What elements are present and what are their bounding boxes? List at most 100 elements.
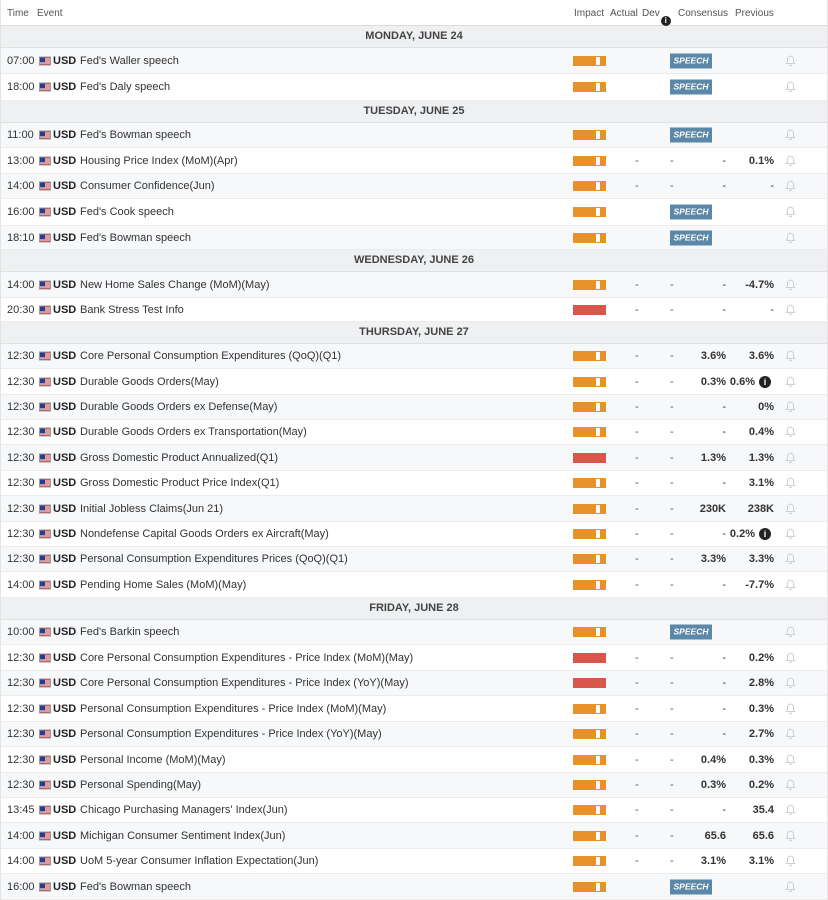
event-name[interactable]: Personal Consumption Expenditures Prices… xyxy=(80,553,348,565)
event-name[interactable]: Personal Spending(May) xyxy=(80,779,201,791)
bell-icon[interactable] xyxy=(785,350,796,362)
bell-icon[interactable] xyxy=(785,553,796,565)
bell-icon[interactable] xyxy=(785,779,796,791)
table-row[interactable]: 12:30 USD Personal Spending(May) - - 0.3% 0.2% xyxy=(1,773,827,798)
header-consensus[interactable]: Consensus xyxy=(678,8,728,19)
bell-icon[interactable] xyxy=(785,477,796,489)
event-name[interactable]: Fed's Cook speech xyxy=(80,206,174,218)
bell-icon[interactable] xyxy=(785,881,796,893)
table-row[interactable]: 12:30 USD Personal Consumption Expenditure… xyxy=(1,696,827,722)
table-row[interactable]: 14:00 USD New Home Sales Change (MoM)(May)… xyxy=(1,272,827,298)
event-name[interactable]: Gross Domestic Product Price Index(Q1) xyxy=(80,477,279,489)
table-row[interactable]: 13:00 USD Housing Price Index (MoM)(Apr) - -… xyxy=(1,148,827,174)
event-name[interactable]: Chicago Purchasing Managers' Index(Jun) xyxy=(80,804,288,816)
event-name[interactable]: Bank Stress Test Info xyxy=(80,304,184,316)
event-name[interactable]: Durable Goods Orders ex Transportation(M… xyxy=(80,426,307,438)
event-name[interactable]: Gross Domestic Product Annualized(Q1) xyxy=(80,452,278,464)
bell-icon[interactable] xyxy=(785,426,796,438)
bell-icon[interactable] xyxy=(785,703,796,715)
table-row[interactable]: 13:45 USD Chicago Purchasing Managers' Ind… xyxy=(1,798,827,823)
bell-icon[interactable] xyxy=(785,652,796,664)
bell-icon[interactable] xyxy=(785,376,796,388)
bell-icon[interactable] xyxy=(785,206,796,218)
bell-icon[interactable] xyxy=(785,81,796,93)
header-previous[interactable]: Previous xyxy=(735,8,774,19)
event-name[interactable]: Core Personal Consumption Expenditures -… xyxy=(80,652,413,664)
table-row[interactable]: 12:30 USD Durable Goods Orders ex Transpor… xyxy=(1,420,827,445)
event-name[interactable]: Durable Goods Orders ex Defense(May) xyxy=(80,401,277,413)
bell-icon[interactable] xyxy=(785,452,796,464)
bell-icon[interactable] xyxy=(785,129,796,141)
table-row[interactable]: 12:30 USD Durable Goods Orders ex Defense(… xyxy=(1,395,827,420)
bell-icon[interactable] xyxy=(785,754,796,766)
event-name[interactable]: Fed's Bowman speech xyxy=(80,232,191,244)
event-name[interactable]: UoM 5-year Consumer Inflation Expectatio… xyxy=(80,855,318,867)
header-time[interactable]: Time xyxy=(7,8,29,19)
table-row[interactable]: 12:30 USD Personal Income (MoM)(May) - - 0.4%… xyxy=(1,747,827,773)
event-name[interactable]: Pending Home Sales (MoM)(May) xyxy=(80,579,246,591)
table-row[interactable]: 12:30 USD Personal Consumption Expenditure… xyxy=(1,722,827,747)
bell-icon[interactable] xyxy=(785,279,796,291)
speech-badge[interactable]: SPEECH xyxy=(670,624,712,640)
table-row[interactable]: 12:30 USD Gross Domestic Product Annualize… xyxy=(1,445,827,471)
table-row[interactable]: 14:00 USD Michigan Consumer Sentiment Inde… xyxy=(1,823,827,849)
table-row[interactable]: 12:30 USD Core Personal Consumption Expend… xyxy=(1,671,827,696)
speech-badge[interactable]: SPEECH xyxy=(670,204,712,220)
event-name[interactable]: Core Personal Consumption Expenditures -… xyxy=(80,677,409,689)
header-impact[interactable]: Impact xyxy=(574,8,604,19)
table-row[interactable]: 14:00 USD UoM 5-year Consumer Inflation Ex… xyxy=(1,849,827,874)
event-name[interactable]: Fed's Bowman speech xyxy=(80,881,191,893)
table-row[interactable]: 12:30 USD Gross Domestic Product Price Ind… xyxy=(1,471,827,496)
event-name[interactable]: Housing Price Index (MoM)(Apr) xyxy=(80,155,238,167)
info-icon[interactable]: i xyxy=(660,16,671,26)
table-row[interactable]: 18:10 USD Fed's Bowman speech SPEECH xyxy=(1,226,827,250)
event-name[interactable]: Fed's Daly speech xyxy=(80,81,170,93)
bell-icon[interactable] xyxy=(785,528,796,540)
table-row[interactable]: 12:30 USD Core Personal Consumption Expend… xyxy=(1,645,827,671)
table-row[interactable]: 20:30 USD Bank Stress Test Info - - - - xyxy=(1,298,827,322)
event-name[interactable]: Michigan Consumer Sentiment Index(Jun) xyxy=(80,830,285,842)
info-icon[interactable]: i xyxy=(759,375,771,388)
speech-badge[interactable]: SPEECH xyxy=(670,230,712,245)
speech-badge[interactable]: SPEECH xyxy=(670,79,712,95)
info-icon[interactable]: i xyxy=(759,528,771,540)
bell-icon[interactable] xyxy=(785,304,796,316)
table-row[interactable]: 16:00 USD Fed's Bowman speech SPEECH xyxy=(1,874,827,900)
table-row[interactable]: 12:30 USD Core Personal Consumption Expend… xyxy=(1,344,827,369)
bell-icon[interactable] xyxy=(785,728,796,740)
bell-icon[interactable] xyxy=(785,232,796,244)
bell-icon[interactable] xyxy=(785,579,796,591)
table-row[interactable]: 18:00 USD Fed's Daly speech SPEECH xyxy=(1,74,827,101)
bell-icon[interactable] xyxy=(785,677,796,689)
event-name[interactable]: Personal Consumption Expenditures - Pric… xyxy=(80,703,386,715)
bell-icon[interactable] xyxy=(785,180,796,192)
header-actual[interactable]: Actual xyxy=(610,8,638,19)
event-name[interactable]: Durable Goods Orders(May) xyxy=(80,376,219,388)
event-name[interactable]: Core Personal Consumption Expenditures (… xyxy=(80,350,341,362)
header-dev[interactable]: Dev i xyxy=(642,8,671,26)
bell-icon[interactable] xyxy=(785,401,796,413)
event-name[interactable]: Fed's Barkin speech xyxy=(80,626,179,638)
table-row[interactable]: 16:00 USD Fed's Cook speech SPEECH xyxy=(1,199,827,226)
header-event[interactable]: Event xyxy=(37,8,63,19)
table-row[interactable]: 14:00 USD Consumer Confidence(Jun) - - - - xyxy=(1,174,827,199)
speech-badge[interactable]: SPEECH xyxy=(670,879,712,894)
event-name[interactable]: Nondefense Capital Goods Orders ex Aircr… xyxy=(80,528,329,540)
table-row[interactable]: 11:00 USD Fed's Bowman speech SPEECH xyxy=(1,123,827,148)
event-name[interactable]: Initial Jobless Claims(Jun 21) xyxy=(80,503,223,515)
bell-icon[interactable] xyxy=(785,155,796,167)
table-row[interactable]: 14:00 USD Pending Home Sales (MoM)(May) - - -… xyxy=(1,572,827,598)
table-row[interactable]: 12:30 USD Durable Goods Orders(May) - - 0.3% 0… xyxy=(1,369,827,395)
bell-icon[interactable] xyxy=(785,55,796,67)
table-row[interactable]: 07:00 USD Fed's Waller speech SPEECH xyxy=(1,48,827,74)
bell-icon[interactable] xyxy=(785,830,796,842)
event-name[interactable]: Fed's Waller speech xyxy=(80,55,179,67)
event-name[interactable]: Personal Consumption Expenditures - Pric… xyxy=(80,728,382,740)
table-row[interactable]: 12:30 USD Personal Consumption Expenditure… xyxy=(1,547,827,572)
bell-icon[interactable] xyxy=(785,855,796,867)
event-name[interactable]: Fed's Bowman speech xyxy=(80,129,191,141)
speech-badge[interactable]: SPEECH xyxy=(670,127,712,143)
bell-icon[interactable] xyxy=(785,626,796,638)
table-row[interactable]: 12:30 USD Nondefense Capital Goods Orders … xyxy=(1,522,827,547)
table-row[interactable]: 12:30 USD Initial Jobless Claims(Jun 21) - -… xyxy=(1,496,827,522)
